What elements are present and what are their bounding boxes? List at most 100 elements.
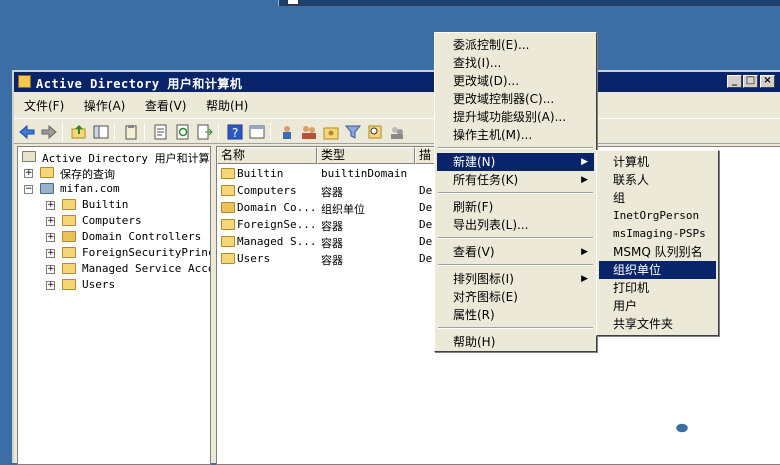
list-item[interactable]: Builtin builtinDomain (217, 165, 457, 182)
expand-toggle[interactable]: + (46, 281, 55, 290)
submenu-arrow-icon: ▶ (581, 175, 588, 185)
column-header-name[interactable]: 名称 (217, 147, 317, 164)
tree-item-domain[interactable]: − mifan.com (22, 181, 210, 197)
item-desc: De (419, 252, 433, 265)
forward-arrow-icon[interactable] (40, 123, 58, 141)
menu-item-delegate-control[interactable]: 委派控制(E)... (437, 36, 594, 54)
menu-item-view-label: 查看(V) (453, 245, 495, 259)
new-submenu: 计算机 联系人 组 InetOrgPerson msImaging-PSPs M… (596, 150, 719, 336)
item-type: 容器 (321, 220, 343, 233)
item-desc: De (419, 184, 433, 197)
menu-help[interactable]: 帮助(H) (206, 96, 248, 116)
toolbar-separator (62, 123, 63, 141)
menu-item-change-dc[interactable]: 更改域控制器(C)... (437, 90, 594, 108)
tree-item-foreign-security[interactable]: + ForeignSecurityPrincip (22, 245, 210, 261)
tree-label: Users (82, 278, 116, 291)
menu-item-help[interactable]: 帮助(H) (437, 333, 594, 351)
export-list-icon[interactable] (196, 123, 214, 141)
submenu-item-msimaging[interactable]: msImaging-PSPs (599, 225, 716, 243)
tree-root-label: Active Directory 用户和计算机 (42, 152, 211, 165)
show-tree-icon[interactable] (92, 123, 110, 141)
tree-item-domain-controllers[interactable]: + Domain Controllers (22, 229, 210, 245)
menu-item-operations-masters[interactable]: 操作主机(M)... (437, 126, 594, 144)
expand-toggle[interactable]: + (46, 233, 55, 242)
menu-separator (438, 327, 593, 329)
help-icon[interactable]: ? (226, 123, 244, 141)
folder-icon (221, 185, 235, 196)
properties-icon[interactable] (152, 123, 170, 141)
menu-item-all-tasks[interactable]: 所有任务(K) ▶ (437, 171, 594, 189)
list-item[interactable]: Computers 容器 De (217, 182, 457, 199)
minimize-button[interactable]: _ (727, 75, 742, 88)
menu-item-find[interactable]: 查找(I)... (437, 54, 594, 72)
tree-item-managed-service[interactable]: + Managed Service Accour (22, 261, 210, 277)
submenu-item-group[interactable]: 组 (599, 189, 716, 207)
tree-item-computers[interactable]: + Computers (22, 213, 210, 229)
menu-separator (438, 264, 593, 266)
expand-toggle[interactable]: + (46, 201, 55, 210)
folder-icon (62, 215, 76, 226)
menu-file[interactable]: 文件(F) (24, 96, 64, 116)
toolbar: ? (14, 118, 780, 144)
menu-item-view[interactable]: 查看(V) ▶ (437, 243, 594, 261)
back-arrow-icon[interactable] (18, 123, 36, 141)
title-bar[interactable]: Active Directory 用户和计算机 _ □ × (14, 72, 780, 92)
filter-icon[interactable] (344, 123, 362, 141)
list-item[interactable]: Domain Co... 组织单位 De (217, 199, 457, 216)
new-ou-icon[interactable] (322, 123, 340, 141)
list-item[interactable]: Managed S... 容器 De (217, 233, 457, 250)
tree-label: mifan.com (60, 182, 120, 195)
expand-toggle[interactable]: + (24, 169, 33, 178)
menu-item-new[interactable]: 新建(N) ▶ (437, 153, 594, 171)
add-to-group-icon[interactable] (388, 123, 406, 141)
folder-icon (62, 247, 76, 258)
menu-view[interactable]: 查看(V) (145, 96, 187, 116)
submenu-item-inetorgperson[interactable]: InetOrgPerson (599, 207, 716, 225)
window-corner-box (287, 0, 299, 5)
menu-item-export-list[interactable]: 导出列表(L)... (437, 216, 594, 234)
expand-toggle[interactable]: + (46, 217, 55, 226)
menu-item-line-up-icons[interactable]: 对齐图标(E) (437, 288, 594, 306)
menu-item-properties[interactable]: 属性(R) (437, 306, 594, 324)
menu-action[interactable]: 操作(A) (84, 96, 126, 116)
new-user-icon[interactable] (278, 123, 296, 141)
tree-item-users[interactable]: + Users (22, 277, 210, 293)
maximize-button[interactable]: □ (743, 75, 758, 88)
submenu-item-user[interactable]: 用户 (599, 297, 716, 315)
menu-item-change-domain[interactable]: 更改域(D)... (437, 72, 594, 90)
folder-icon (40, 167, 54, 178)
menu-item-refresh[interactable]: 刷新(F) (437, 198, 594, 216)
submenu-item-printer[interactable]: 打印机 (599, 279, 716, 297)
background-window-strip (278, 0, 780, 6)
menu-bar: 文件(F) 操作(A) 查看(V) 帮助(H) (14, 96, 780, 116)
list-item[interactable]: Users 容器 De (217, 250, 457, 267)
context-menu: 委派控制(E)... 查找(I)... 更改域(D)... 更改域控制器(C).… (434, 32, 597, 352)
up-level-icon[interactable] (70, 123, 88, 141)
console-icon[interactable] (248, 123, 266, 141)
window-title: Active Directory 用户和计算机 (36, 77, 243, 91)
tree-item-root[interactable]: Active Directory 用户和计算机 (22, 149, 211, 165)
close-button[interactable]: × (760, 75, 775, 88)
folder-icon (62, 199, 76, 210)
list-item[interactable]: ForeignSe... 容器 De (217, 216, 457, 233)
tree-label: 保存的查询 (60, 168, 115, 181)
menu-item-arrange-icons[interactable]: 排列图标(I) ▶ (437, 270, 594, 288)
refresh-icon[interactable] (174, 123, 192, 141)
tree-item-saved-queries[interactable]: + 保存的查询 (22, 165, 210, 181)
submenu-item-contact[interactable]: 联系人 (599, 171, 716, 189)
submenu-item-ou[interactable]: 组织单位 (599, 261, 716, 279)
find-icon[interactable] (366, 123, 384, 141)
toolbar-separator (144, 123, 145, 141)
wechat-icon (666, 418, 690, 434)
submenu-item-computer[interactable]: 计算机 (599, 153, 716, 171)
new-group-icon[interactable] (300, 123, 318, 141)
expand-toggle[interactable]: + (46, 265, 55, 274)
submenu-item-msmq-alias[interactable]: MSMQ 队列别名 (599, 243, 716, 261)
submenu-item-shared-folder[interactable]: 共享文件夹 (599, 315, 716, 333)
collapse-toggle[interactable]: − (24, 185, 33, 194)
column-header-type[interactable]: 类型 (317, 147, 415, 164)
expand-toggle[interactable]: + (46, 249, 55, 258)
clipboard-icon[interactable] (122, 123, 140, 141)
tree-item-builtin[interactable]: + Builtin (22, 197, 210, 213)
menu-item-raise-level[interactable]: 提升域功能级别(A)... (437, 108, 594, 126)
